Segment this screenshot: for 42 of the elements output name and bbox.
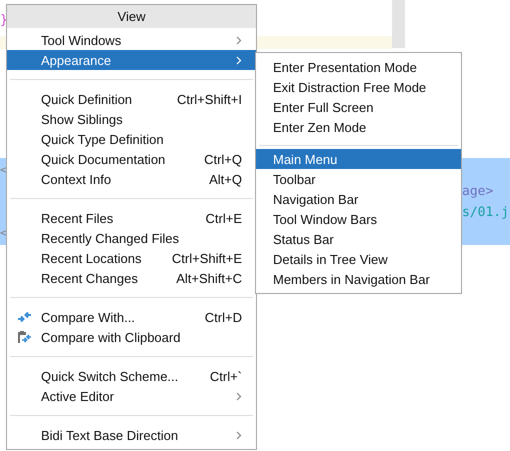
menu-item[interactable]: Enter Full Screen (256, 97, 461, 117)
shortcut-text: Ctrl+` (208, 368, 242, 384)
menu-item[interactable]: Quick Definition Ctrl+Shift+I (7, 89, 256, 109)
code-text: age> (462, 183, 494, 201)
shortcut-text: Ctrl+Shift+I (176, 92, 242, 106)
menu-item[interactable]: Quick Documentation Ctrl+Q (7, 149, 256, 169)
menu-item[interactable]: Tool Windows (7, 30, 256, 50)
compare-arrows-icon (17, 310, 32, 324)
menu-item[interactable]: Status Bar (256, 229, 461, 249)
menu-item[interactable]: Recent Changes Alt+Shift+C (7, 268, 256, 288)
menu-item[interactable]: Main Menu (256, 149, 461, 169)
menu-item[interactable]: Toolbar (256, 169, 461, 189)
menu-item[interactable]: Quick Type Definition (7, 129, 256, 149)
menu-item[interactable]: Appearance (7, 50, 256, 70)
menu-item[interactable]: Recent Locations Ctrl+Shift+E (7, 248, 256, 268)
menu-item[interactable]: Tool Window Bars (256, 209, 461, 229)
shortcut-text: Alt+Shift+C (175, 270, 242, 286)
menu-item[interactable]: Context Info Alt+Q (7, 169, 256, 189)
menu-item[interactable]: Bidi Text Base Direction (7, 425, 256, 445)
shortcut-text: Ctrl+Shift+E (170, 250, 242, 266)
shortcut-text: Ctrl+E (204, 210, 242, 226)
menu-item[interactable]: Compare With... Ctrl+D (7, 307, 256, 327)
code-text: } (0, 13, 8, 28)
menu-item[interactable]: Details in Tree View (256, 249, 461, 269)
shortcut-text: Ctrl+D (204, 310, 242, 324)
menu-item[interactable]: Recently Changed Files (7, 228, 256, 248)
menu-item[interactable]: Members in Navigation Bar (256, 269, 461, 289)
menu-item[interactable]: Exit Distraction Free Mode (256, 77, 461, 97)
code-text: s/01.j (462, 204, 510, 222)
menu-item[interactable]: Enter Zen Mode (256, 117, 461, 137)
menu-item[interactable]: Active Editor (7, 386, 256, 406)
menu-item[interactable]: Enter Presentation Mode (256, 57, 461, 77)
menu-item[interactable]: Navigation Bar (256, 189, 461, 209)
shortcut-text: Ctrl+Q (203, 152, 242, 166)
menu-item[interactable]: Show Siblings (7, 109, 256, 129)
menu-item[interactable]: Recent Files Ctrl+E (7, 208, 256, 228)
shortcut-text: Alt+Q (208, 172, 242, 186)
clipboard-compare-icon (17, 330, 32, 345)
menu-title: View (7, 5, 256, 28)
menu-item[interactable]: Quick Switch Scheme... Ctrl+` (7, 366, 256, 386)
scrollbar[interactable] (392, 0, 405, 48)
menu-item[interactable]: Compare with Clipboard (7, 327, 256, 347)
